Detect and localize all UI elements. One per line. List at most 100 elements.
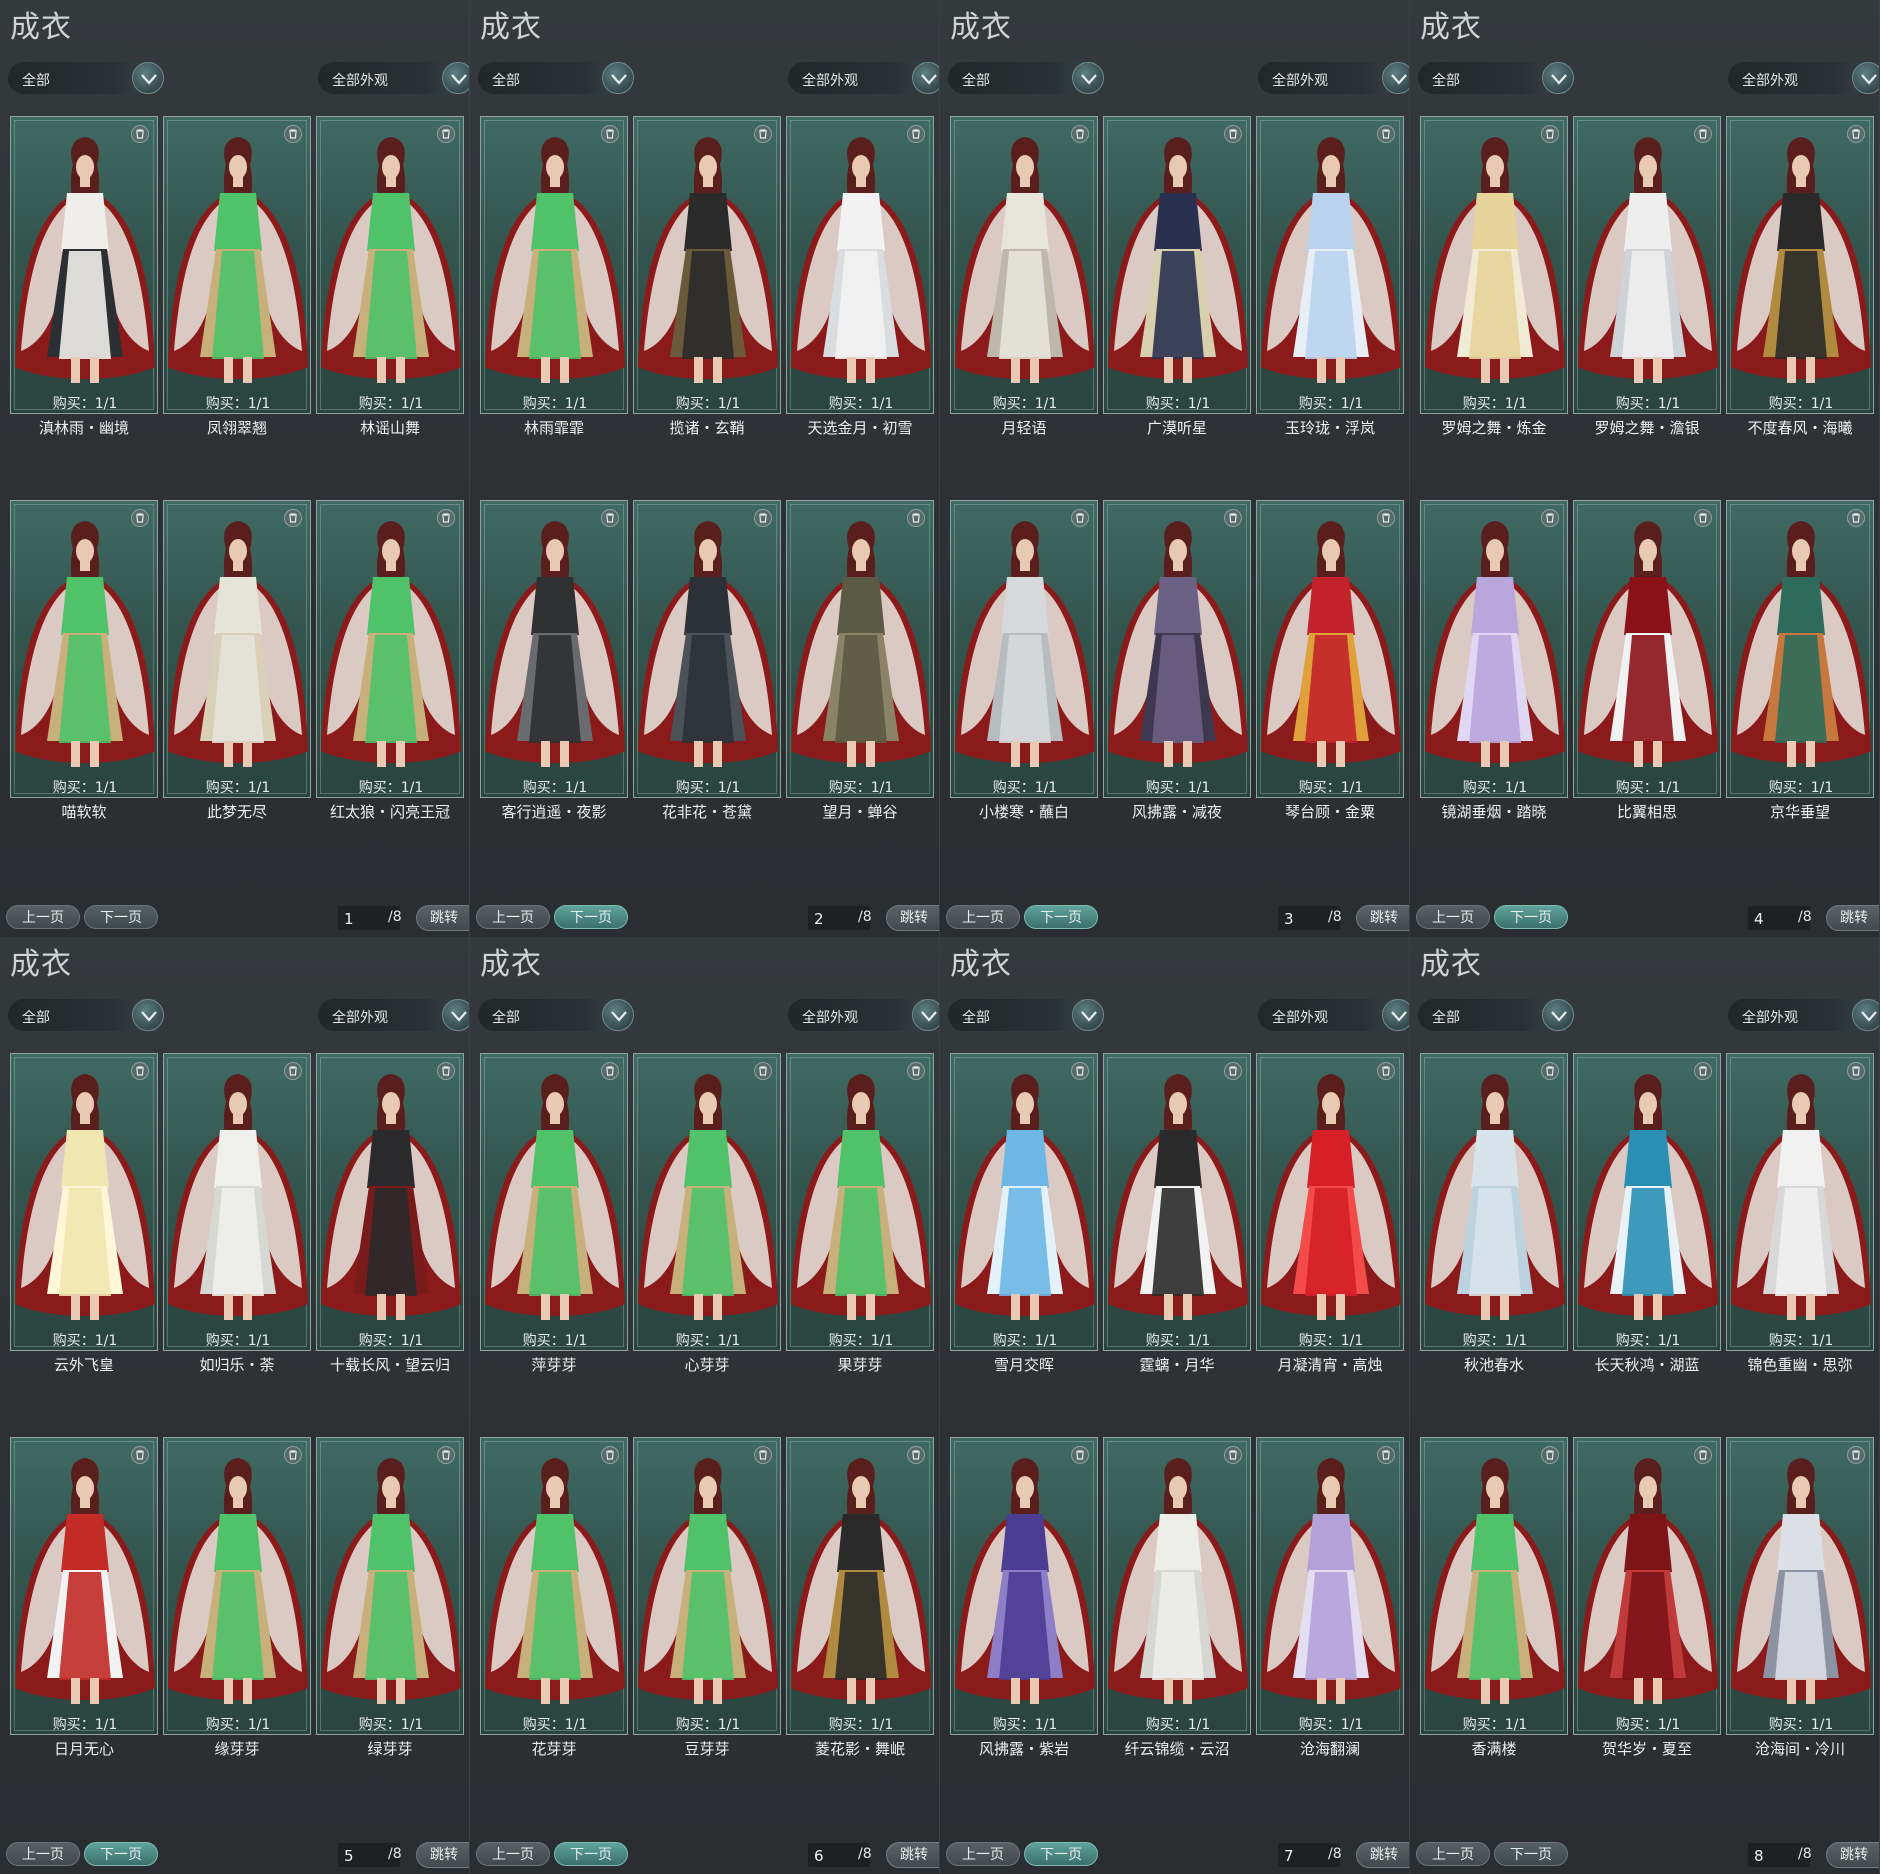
trash-icon[interactable]: [1071, 509, 1089, 527]
chevron-down-icon[interactable]: [442, 62, 469, 94]
jump-button[interactable]: 跳转: [416, 905, 469, 931]
outfit-card[interactable]: 购买：1/1 云外飞皇: [10, 1053, 158, 1374]
next-page-button[interactable]: 下一页: [554, 1842, 628, 1866]
appearance-dropdown[interactable]: 全部外观: [788, 999, 939, 1031]
trash-icon[interactable]: [601, 125, 619, 143]
prev-page-button[interactable]: 上一页: [6, 1842, 80, 1866]
trash-icon[interactable]: [1377, 125, 1395, 143]
jump-button[interactable]: 跳转: [1356, 905, 1409, 931]
trash-icon[interactable]: [601, 509, 619, 527]
prev-page-button[interactable]: 上一页: [946, 905, 1020, 929]
prev-page-button[interactable]: 上一页: [1416, 905, 1490, 929]
outfit-card[interactable]: 购买：1/1 沧海间・冷川: [1726, 1437, 1874, 1758]
trash-icon[interactable]: [284, 1062, 302, 1080]
category-dropdown[interactable]: 全部: [948, 999, 1104, 1031]
outfit-card[interactable]: 购买：1/1 京华垂望: [1726, 500, 1874, 821]
next-page-button[interactable]: 下一页: [1024, 1842, 1098, 1866]
trash-icon[interactable]: [131, 1062, 149, 1080]
chevron-down-icon[interactable]: [132, 62, 164, 94]
trash-icon[interactable]: [1224, 509, 1242, 527]
outfit-card[interactable]: 购买：1/1 广漠听星: [1103, 116, 1251, 437]
prev-page-button[interactable]: 上一页: [6, 905, 80, 929]
outfit-card[interactable]: 购买：1/1 客行逍遥・夜影: [480, 500, 628, 821]
appearance-dropdown[interactable]: 全部外观: [1258, 62, 1409, 94]
outfit-card[interactable]: 购买：1/1 秋池春水: [1420, 1053, 1568, 1374]
trash-icon[interactable]: [131, 509, 149, 527]
trash-icon[interactable]: [1694, 1446, 1712, 1464]
trash-icon[interactable]: [754, 1062, 772, 1080]
category-dropdown[interactable]: 全部: [8, 999, 164, 1031]
chevron-down-icon[interactable]: [602, 999, 634, 1031]
trash-icon[interactable]: [437, 125, 455, 143]
outfit-card[interactable]: 购买：1/1 日月无心: [10, 1437, 158, 1758]
trash-icon[interactable]: [437, 1062, 455, 1080]
chevron-down-icon[interactable]: [1072, 62, 1104, 94]
trash-icon[interactable]: [284, 1446, 302, 1464]
category-dropdown[interactable]: 全部: [478, 62, 634, 94]
chevron-down-icon[interactable]: [1852, 62, 1879, 94]
prev-page-button[interactable]: 上一页: [476, 905, 550, 929]
trash-icon[interactable]: [907, 125, 925, 143]
outfit-card[interactable]: 购买：1/1 月轻语: [950, 116, 1098, 437]
chevron-down-icon[interactable]: [912, 999, 939, 1031]
trash-icon[interactable]: [131, 125, 149, 143]
outfit-card[interactable]: 购买：1/1 喵软软: [10, 500, 158, 821]
outfit-card[interactable]: 购买：1/1 贺华岁・夏至: [1573, 1437, 1721, 1758]
outfit-card[interactable]: 购买：1/1 沧海翻澜: [1256, 1437, 1404, 1758]
outfit-card[interactable]: 购买：1/1 罗姆之舞・炼金: [1420, 116, 1568, 437]
chevron-down-icon[interactable]: [1382, 62, 1409, 94]
appearance-dropdown[interactable]: 全部外观: [1728, 62, 1879, 94]
outfit-card[interactable]: 购买：1/1 缘芽芽: [163, 1437, 311, 1758]
outfit-card[interactable]: 购买：1/1 豆芽芽: [633, 1437, 781, 1758]
outfit-card[interactable]: 购买：1/1 纤云锦缆・云沼: [1103, 1437, 1251, 1758]
chevron-down-icon[interactable]: [1542, 62, 1574, 94]
appearance-dropdown[interactable]: 全部外观: [318, 999, 469, 1031]
outfit-card[interactable]: 购买：1/1 菱花影・舞岷: [786, 1437, 934, 1758]
trash-icon[interactable]: [1224, 1062, 1242, 1080]
outfit-card[interactable]: 购买：1/1 霆螭・月华: [1103, 1053, 1251, 1374]
category-dropdown[interactable]: 全部: [8, 62, 164, 94]
outfit-card[interactable]: 购买：1/1 十载长风・望云归: [316, 1053, 464, 1374]
trash-icon[interactable]: [1224, 1446, 1242, 1464]
trash-icon[interactable]: [437, 1446, 455, 1464]
trash-icon[interactable]: [1377, 1062, 1395, 1080]
chevron-down-icon[interactable]: [602, 62, 634, 94]
outfit-card[interactable]: 购买：1/1 林雨霏霏: [480, 116, 628, 437]
trash-icon[interactable]: [1847, 1062, 1865, 1080]
appearance-dropdown[interactable]: 全部外观: [1728, 999, 1879, 1031]
trash-icon[interactable]: [1847, 509, 1865, 527]
chevron-down-icon[interactable]: [1852, 999, 1879, 1031]
category-dropdown[interactable]: 全部: [1418, 62, 1574, 94]
prev-page-button[interactable]: 上一页: [1416, 1842, 1490, 1866]
jump-button[interactable]: 跳转: [886, 1842, 939, 1868]
chevron-down-icon[interactable]: [132, 999, 164, 1031]
outfit-card[interactable]: 购买：1/1 罗姆之舞・澹银: [1573, 116, 1721, 437]
outfit-card[interactable]: 购买：1/1 果芽芽: [786, 1053, 934, 1374]
outfit-card[interactable]: 购买：1/1 锦色重幽・思弥: [1726, 1053, 1874, 1374]
prev-page-button[interactable]: 上一页: [476, 1842, 550, 1866]
trash-icon[interactable]: [1224, 125, 1242, 143]
chevron-down-icon[interactable]: [912, 62, 939, 94]
trash-icon[interactable]: [1071, 1446, 1089, 1464]
trash-icon[interactable]: [1377, 509, 1395, 527]
outfit-card[interactable]: 购买：1/1 月凝清宵・高烛: [1256, 1053, 1404, 1374]
outfit-card[interactable]: 购买：1/1 雪月交晖: [950, 1053, 1098, 1374]
next-page-button[interactable]: 下一页: [1494, 905, 1568, 929]
outfit-card[interactable]: 购买：1/1 滇林雨・幽境: [10, 116, 158, 437]
outfit-card[interactable]: 购买：1/1 风拂露・紫岩: [950, 1437, 1098, 1758]
appearance-dropdown[interactable]: 全部外观: [318, 62, 469, 94]
jump-button[interactable]: 跳转: [886, 905, 939, 931]
appearance-dropdown[interactable]: 全部外观: [788, 62, 939, 94]
chevron-down-icon[interactable]: [1072, 999, 1104, 1031]
trash-icon[interactable]: [1694, 125, 1712, 143]
outfit-card[interactable]: 购买：1/1 香满楼: [1420, 1437, 1568, 1758]
trash-icon[interactable]: [754, 509, 772, 527]
trash-icon[interactable]: [754, 125, 772, 143]
outfit-card[interactable]: 购买：1/1 不度春风・海曦: [1726, 116, 1874, 437]
trash-icon[interactable]: [1541, 125, 1559, 143]
outfit-card[interactable]: 购买：1/1 林谣山舞: [316, 116, 464, 437]
outfit-card[interactable]: 购买：1/1 琴台顾・金粟: [1256, 500, 1404, 821]
outfit-card[interactable]: 购买：1/1 凤翎翠翘: [163, 116, 311, 437]
outfit-card[interactable]: 购买：1/1 绿芽芽: [316, 1437, 464, 1758]
outfit-card[interactable]: 购买：1/1 红太狼・闪亮王冠: [316, 500, 464, 821]
